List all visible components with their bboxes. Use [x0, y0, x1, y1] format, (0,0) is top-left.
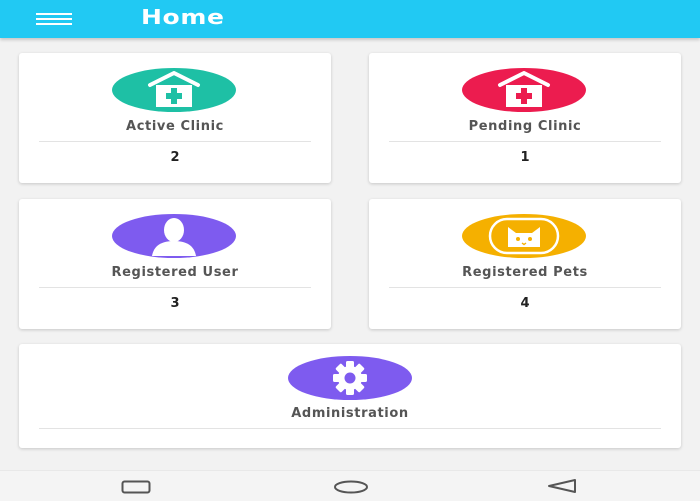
- divider: [39, 141, 311, 142]
- registered-pets-label: Registered Pets: [462, 265, 588, 280]
- registered-user-card[interactable]: Registered User 3: [19, 199, 331, 329]
- active-clinic-label: Active Clinic: [126, 119, 224, 134]
- cat-icon: [462, 214, 586, 258]
- administration-card[interactable]: Administration: [19, 344, 681, 448]
- recents-square-icon[interactable]: [121, 479, 151, 498]
- divider: [39, 428, 661, 429]
- registered-pets-count: 4: [520, 296, 530, 311]
- app-bar: Home: [0, 0, 700, 38]
- pending-clinic-card[interactable]: Pending Clinic 1: [369, 53, 681, 183]
- active-clinic-card[interactable]: Active Clinic 2: [19, 53, 331, 183]
- registered-user-label: Registered User: [111, 265, 239, 280]
- clinic-icon: [112, 68, 236, 112]
- page-title: Home: [141, 5, 225, 29]
- user-icon: [112, 214, 236, 258]
- administration-label: Administration: [291, 406, 409, 421]
- system-nav-bar: [0, 470, 700, 501]
- gear-icon: [288, 356, 412, 400]
- home-circle-icon[interactable]: [333, 479, 369, 498]
- active-clinic-count: 2: [170, 150, 180, 165]
- pending-clinic-count: 1: [520, 150, 530, 165]
- clinic-icon: [462, 68, 586, 112]
- registered-user-count: 3: [170, 296, 180, 311]
- pending-clinic-label: Pending Clinic: [468, 119, 582, 134]
- divider: [39, 287, 311, 288]
- divider: [389, 287, 661, 288]
- back-triangle-icon[interactable]: [546, 478, 578, 498]
- hamburger-menu-icon[interactable]: [36, 13, 72, 27]
- registered-pets-card[interactable]: Registered Pets 4: [369, 199, 681, 329]
- divider: [389, 141, 661, 142]
